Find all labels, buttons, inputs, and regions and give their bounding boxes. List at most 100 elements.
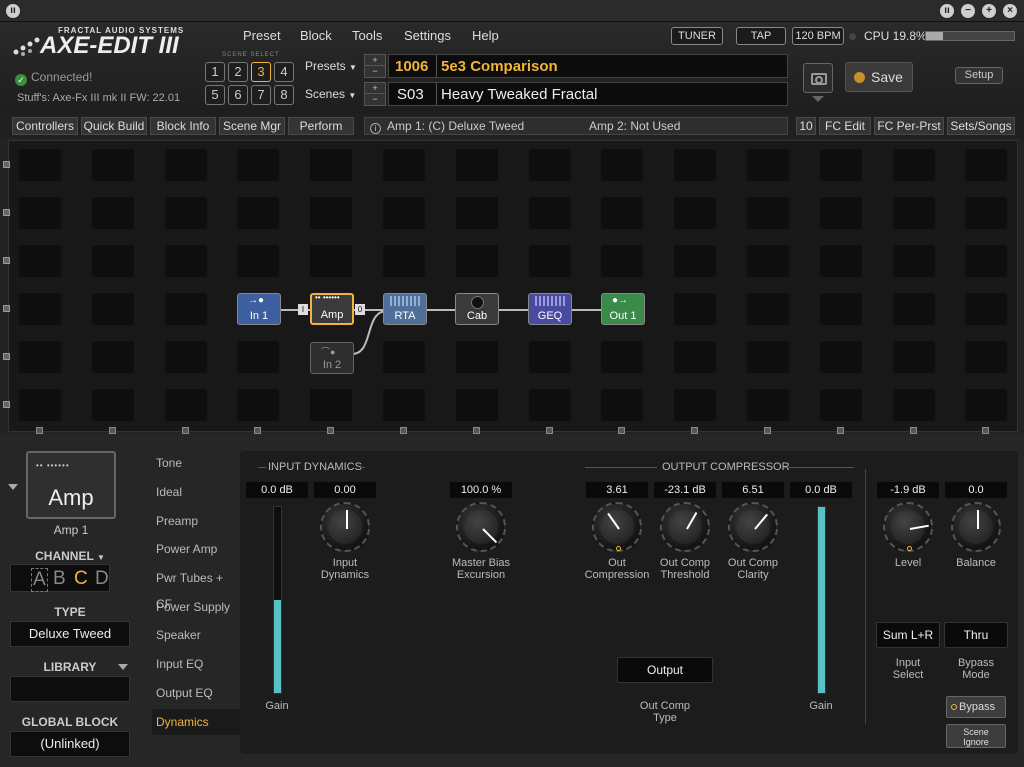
grid-cell[interactable] <box>747 197 789 229</box>
grid-cell[interactable] <box>965 389 1008 421</box>
menu-help[interactable]: Help <box>472 28 499 43</box>
block-in1[interactable]: →● In 1 <box>237 293 281 325</box>
preset-stepper[interactable]: + − <box>364 54 386 78</box>
input-dynamics-value[interactable]: 0.00 <box>314 482 376 498</box>
grid-cell[interactable] <box>747 293 789 325</box>
grid-cell[interactable] <box>91 245 134 277</box>
gain-out-meter[interactable] <box>817 506 826 694</box>
grid-cell[interactable] <box>164 341 207 373</box>
grid-cell[interactable] <box>91 149 134 181</box>
grid-cell[interactable] <box>528 341 571 373</box>
grid-cell[interactable] <box>892 245 935 277</box>
scene-button-5[interactable]: 5 <box>205 85 225 105</box>
row-handle[interactable] <box>3 305 10 312</box>
tab-output-eq[interactable]: Output EQ <box>152 680 242 706</box>
grid-cell[interactable] <box>965 341 1008 373</box>
grid-cell[interactable] <box>892 341 935 373</box>
block-in2[interactable]: ⌒● In 2 <box>310 342 354 374</box>
out-comp-threshold-knob[interactable] <box>660 502 710 552</box>
grid-cell[interactable] <box>601 197 644 229</box>
menu-preset[interactable]: Preset <box>243 28 281 43</box>
perform-button[interactable]: Perform <box>288 117 354 135</box>
grid-cell[interactable] <box>601 389 644 421</box>
preset-display[interactable]: 1006 5e3 Comparison <box>388 54 788 78</box>
grid-cell[interactable] <box>383 389 425 421</box>
column-handle[interactable] <box>472 427 480 434</box>
minus-icon[interactable]: − <box>365 94 385 105</box>
grid-cell[interactable] <box>892 149 935 181</box>
block-info-button[interactable]: Block Info <box>150 117 216 135</box>
scene-button-3[interactable]: 3 <box>251 62 271 82</box>
out-comp-clarity-value[interactable]: 6.51 <box>722 482 784 498</box>
gain-in-meter[interactable] <box>273 506 282 694</box>
grid-cell[interactable] <box>19 389 61 421</box>
grid-cell[interactable] <box>237 197 280 229</box>
fc-per-prst-button[interactable]: FC Per-Prst <box>874 117 944 135</box>
grid-cell[interactable] <box>819 293 862 325</box>
out-comp-clarity-knob[interactable] <box>728 502 778 552</box>
snapshot-button[interactable] <box>803 63 833 93</box>
scene-button-4[interactable]: 4 <box>274 62 294 82</box>
column-handle[interactable] <box>764 427 771 434</box>
grid-cell[interactable] <box>747 245 789 277</box>
fc-edit-button[interactable]: FC Edit <box>819 117 871 135</box>
grid-cell[interactable] <box>19 293 61 325</box>
grid-cell[interactable] <box>383 245 425 277</box>
menu-settings[interactable]: Settings <box>404 28 451 43</box>
grid-cell[interactable] <box>674 293 717 325</box>
block-rta[interactable]: RTA <box>383 293 427 325</box>
grid-cell[interactable] <box>674 341 717 373</box>
grid-cell[interactable] <box>310 245 353 277</box>
grid-cell[interactable] <box>892 293 935 325</box>
minus-icon[interactable]: − <box>365 66 385 77</box>
row-handle[interactable] <box>3 209 10 216</box>
grid-cell[interactable] <box>819 389 862 421</box>
grid-cell[interactable] <box>164 149 207 181</box>
grid-cell[interactable] <box>455 149 498 181</box>
grid-cell[interactable] <box>91 293 134 325</box>
grid-cell[interactable] <box>164 293 207 325</box>
grid-cell[interactable] <box>601 149 644 181</box>
row-handle[interactable] <box>3 401 10 408</box>
grid-cell[interactable] <box>674 149 717 181</box>
tab-dynamics[interactable]: Dynamics <box>152 709 242 735</box>
bpm-display[interactable]: 120 BPM <box>792 27 844 45</box>
grid-cell[interactable] <box>965 197 1008 229</box>
sets-songs-button[interactable]: Sets/Songs <box>947 117 1015 135</box>
channel-d[interactable]: D <box>95 568 109 590</box>
grid-cell[interactable] <box>19 341 61 373</box>
bypass-button[interactable]: Bypass <box>946 696 1006 718</box>
column-handle[interactable] <box>327 427 335 434</box>
chevron-down-icon[interactable] <box>118 664 128 670</box>
grid-cell[interactable] <box>237 149 280 181</box>
grid-cell[interactable] <box>601 245 644 277</box>
column-handle[interactable] <box>254 427 262 434</box>
grid-cell[interactable] <box>237 389 280 421</box>
scenes-dropdown[interactable]: Scenes ▼ <box>305 87 356 101</box>
scene-button-2[interactable]: 2 <box>228 62 248 82</box>
grid-cell[interactable] <box>19 149 61 181</box>
level-value[interactable]: -1.9 dB <box>877 482 939 498</box>
grid-cell[interactable] <box>892 197 935 229</box>
grid-cell[interactable] <box>528 197 571 229</box>
channel-b[interactable]: B <box>53 568 66 590</box>
channel-a[interactable]: A <box>31 568 48 592</box>
app-menu-icon[interactable]: ıı <box>6 4 20 18</box>
tab-ideal[interactable]: Ideal <box>152 479 242 505</box>
grid-cell[interactable] <box>164 197 207 229</box>
tab-preamp[interactable]: Preamp <box>152 508 242 534</box>
row-handle[interactable] <box>3 353 10 360</box>
count-button[interactable]: 10 <box>796 117 816 135</box>
column-handle[interactable] <box>691 427 699 434</box>
input-dynamics-knob[interactable] <box>320 502 370 552</box>
grid-cell[interactable] <box>528 389 571 421</box>
tab-power-amp[interactable]: Power Amp <box>152 536 242 562</box>
scene-button-1[interactable]: 1 <box>205 62 225 82</box>
quick-build-button[interactable]: Quick Build <box>81 117 147 135</box>
scene-display[interactable]: S03 Heavy Tweaked Fractal <box>388 82 788 106</box>
block-amp[interactable]: •• •••••• Amp <box>310 293 354 325</box>
scene-button-6[interactable]: 6 <box>228 85 248 105</box>
input-select-selector[interactable]: Sum L+R <box>876 622 940 648</box>
minimize-icon[interactable]: − <box>961 4 975 18</box>
scene-button-8[interactable]: 8 <box>274 85 294 105</box>
